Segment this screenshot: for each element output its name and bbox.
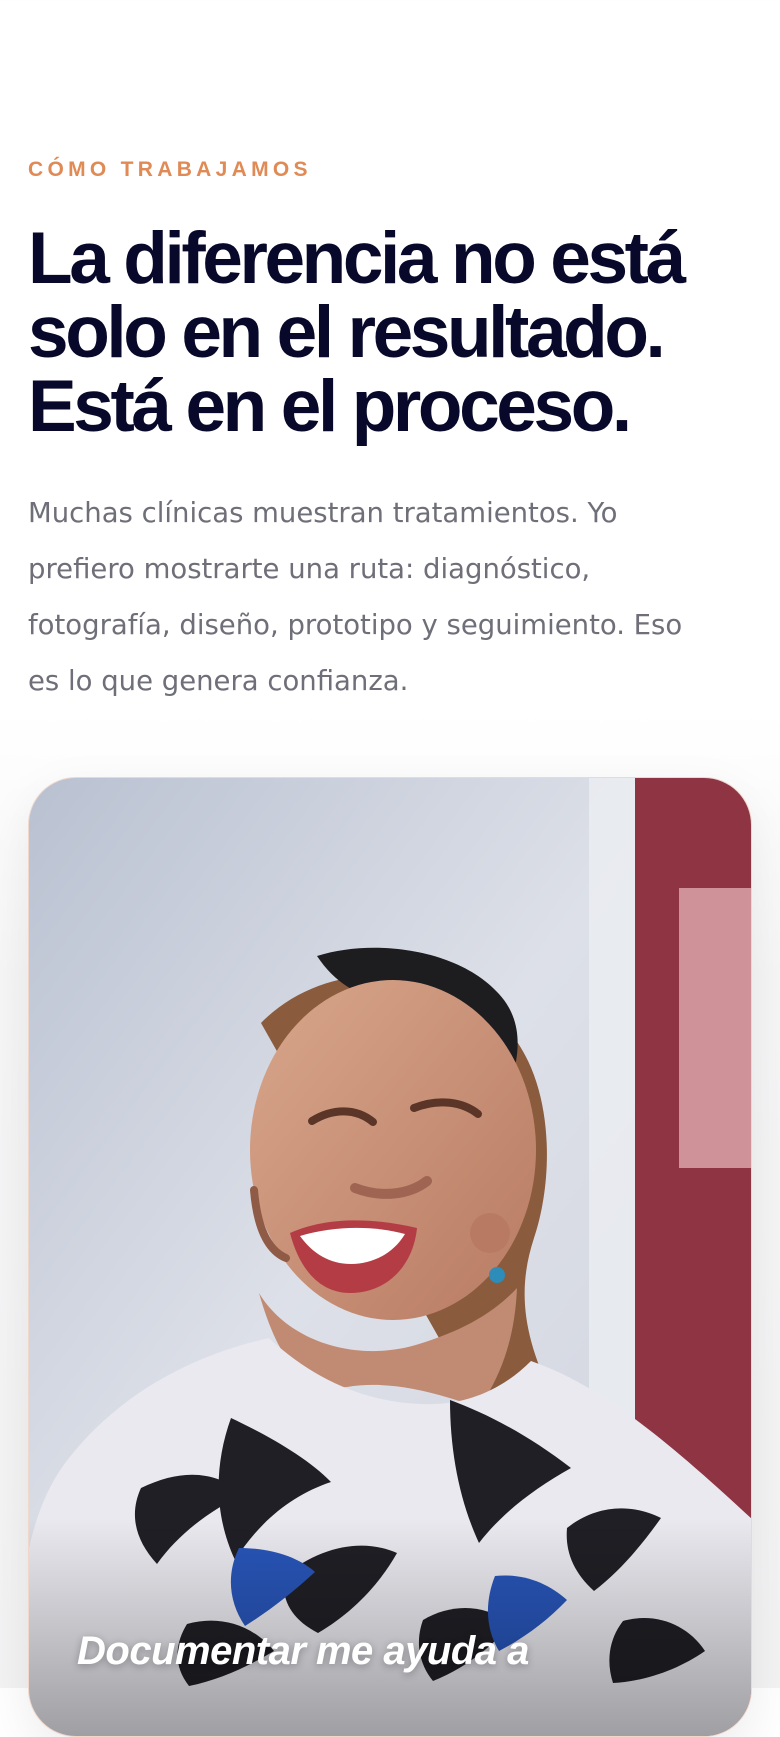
process-section: CÓMO TRABAJAMOS La diferencia no está so… — [0, 0, 780, 1737]
lead-line: es lo que genera confianza. — [28, 665, 409, 697]
lead-line: Muchas clínicas muestran tratamientos. Y… — [28, 497, 618, 529]
lead-line: prefiero mostrarte una ruta: diagnóstico… — [28, 553, 591, 585]
lead-line: fotografía, diseño, prototipo y seguimie… — [28, 609, 683, 641]
headline-line: La diferencia no está — [28, 218, 686, 299]
section-lead: Muchas clínicas muestran tratamientos. Y… — [28, 485, 756, 709]
headline-line: Está en el proceso. — [28, 366, 632, 447]
testimonial-quote: Documentar me ayuda a — [77, 1629, 529, 1673]
testimonial-photo-card: Documentar me ayuda a — [28, 777, 752, 1737]
pink-highlight — [679, 888, 751, 1168]
headline-line: solo en el resultado. — [28, 292, 666, 373]
section-headline: La diferencia no está solo en el resulta… — [28, 222, 768, 444]
portrait-photo — [29, 778, 751, 1736]
section-eyebrow: CÓMO TRABAJAMOS — [28, 158, 312, 181]
